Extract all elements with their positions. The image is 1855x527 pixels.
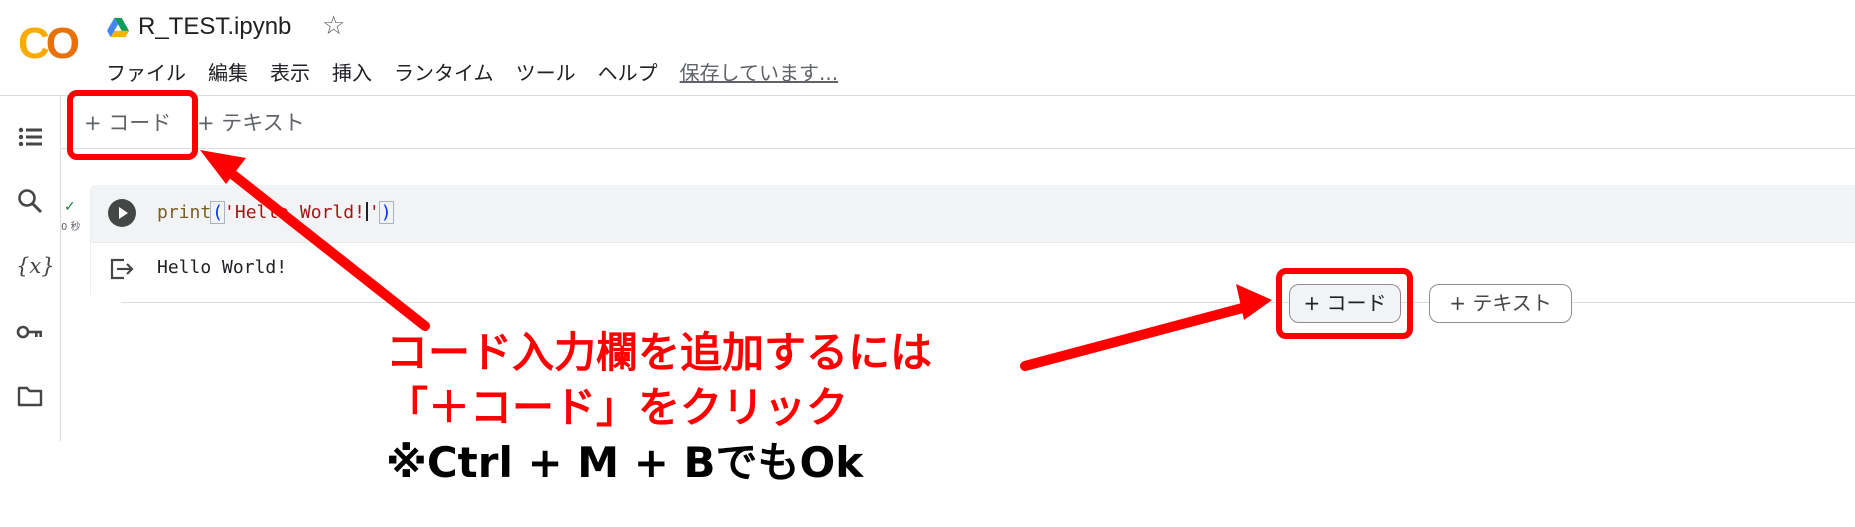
annotation-line-2: 「＋コード」をクリック <box>386 383 849 432</box>
annotation-line-3: ※Ctrl + M + BでもOk <box>386 438 864 487</box>
code-function: print <box>157 202 212 223</box>
menu-file[interactable]: ファイル <box>106 57 186 86</box>
toolbar-add-text-button[interactable]: + テキスト <box>197 108 305 138</box>
menu-bar: ファイル 編集 表示 挿入 ランタイム ツール ヘルプ 保存しています... <box>106 57 838 86</box>
code-string-end: ' <box>368 202 380 223</box>
app-header: CO R_TEST.ipynb ☆ ファイル 編集 表示 挿入 ランタイム ツー… <box>0 0 1855 96</box>
notebook-toolbar <box>61 96 1855 149</box>
toc-icon[interactable] <box>16 123 44 151</box>
cell-output-row: Hello World! <box>91 243 1855 295</box>
menu-help[interactable]: ヘルプ <box>598 57 658 86</box>
cell-divider <box>121 302 1855 303</box>
google-drive-icon <box>107 17 129 38</box>
text-cursor <box>365 202 368 221</box>
menu-view[interactable]: 表示 <box>270 57 310 86</box>
code-cell[interactable]: print('Hello World! ') Hello World! <box>90 185 1855 295</box>
arrow-to-inline-code <box>1020 284 1272 371</box>
toolbar-add-code-button[interactable]: + コード <box>84 108 171 138</box>
colab-logo[interactable]: CO <box>18 22 84 66</box>
save-status[interactable]: 保存しています... <box>680 57 838 86</box>
code-open-paren: ( <box>210 201 226 224</box>
cell-output-text: Hello World! <box>157 257 288 278</box>
inline-add-code-button[interactable]: + コード <box>1289 284 1401 323</box>
output-clear-icon[interactable] <box>109 257 135 281</box>
cell-exec-time: 0 秒 <box>61 222 81 233</box>
menu-tools[interactable]: ツール <box>516 57 576 86</box>
run-cell-button[interactable] <box>108 199 136 227</box>
cell-success-check-icon: ✓ <box>64 199 76 215</box>
code-editor[interactable]: print('Hello World! ') <box>157 201 394 224</box>
folder-icon[interactable] <box>16 382 44 410</box>
code-string: 'Hello World! <box>224 202 365 223</box>
code-editor-row[interactable]: print('Hello World! ') <box>91 185 1855 243</box>
variables-icon[interactable]: {x} <box>16 252 55 280</box>
inline-add-text-button[interactable]: + テキスト <box>1429 284 1572 323</box>
left-sidebar: {x} <box>0 96 61 441</box>
secrets-key-icon[interactable] <box>16 318 44 346</box>
star-icon[interactable]: ☆ <box>322 11 345 41</box>
notebook-title[interactable]: R_TEST.ipynb <box>138 13 291 41</box>
annotation-text: コード入力欄を追加するには 「＋コード」をクリック ※Ctrl + M + Bで… <box>386 328 933 495</box>
search-icon[interactable] <box>16 187 44 215</box>
menu-edit[interactable]: 編集 <box>208 57 248 86</box>
menu-insert[interactable]: 挿入 <box>332 57 372 86</box>
menu-runtime[interactable]: ランタイム <box>394 57 494 86</box>
code-close-paren: ) <box>378 201 394 224</box>
annotation-line-1: コード入力欄を追加するには <box>386 328 933 377</box>
